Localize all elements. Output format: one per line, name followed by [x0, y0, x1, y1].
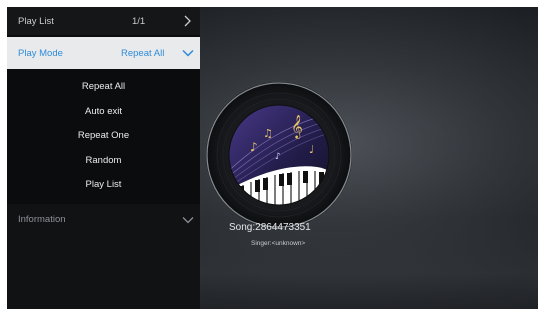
playlist-row[interactable]: Play List 1/1 [7, 7, 200, 35]
playlist-label: Play List [18, 16, 54, 27]
svg-text:♪: ♪ [275, 152, 281, 162]
play-mode-value: Repeat All [121, 48, 165, 59]
singer-name: Singer:<unknown> [251, 240, 306, 247]
chevron-right-icon [184, 15, 191, 27]
svg-text:♫: ♫ [263, 127, 273, 140]
music-player-screen: Play List 1/1 Play Mode Repeat All Repea… [7, 7, 538, 309]
play-mode-row[interactable]: Play Mode Repeat All [7, 37, 200, 69]
settings-panel: Play List 1/1 Play Mode Repeat All Repea… [7, 7, 200, 309]
option-auto-exit[interactable]: Auto exit [7, 100, 200, 125]
svg-text:𝄞: 𝄞 [291, 114, 303, 139]
chevron-down-icon [182, 49, 194, 57]
option-play-list[interactable]: Play List [7, 173, 200, 198]
svg-text:♪: ♪ [250, 140, 258, 154]
play-mode-options: Repeat All Auto exit Repeat One Random P… [7, 75, 200, 198]
svg-text:♩: ♩ [309, 143, 314, 156]
information-label: Information [18, 214, 66, 225]
song-title: Song:2864473351 [229, 222, 311, 233]
option-random[interactable]: Random [7, 149, 200, 174]
option-repeat-all[interactable]: Repeat All [7, 75, 200, 100]
music-disc-icon: 𝄞 ♪ ♫ ♩ ♪ [206, 82, 352, 228]
option-repeat-one[interactable]: Repeat One [7, 124, 200, 149]
playlist-count: 1/1 [132, 16, 146, 27]
album-disc: 𝄞 ♪ ♫ ♩ ♪ [205, 81, 353, 229]
information-row[interactable]: Information [7, 204, 200, 309]
chevron-down-icon [182, 217, 194, 224]
play-mode-label: Play Mode [18, 48, 63, 59]
